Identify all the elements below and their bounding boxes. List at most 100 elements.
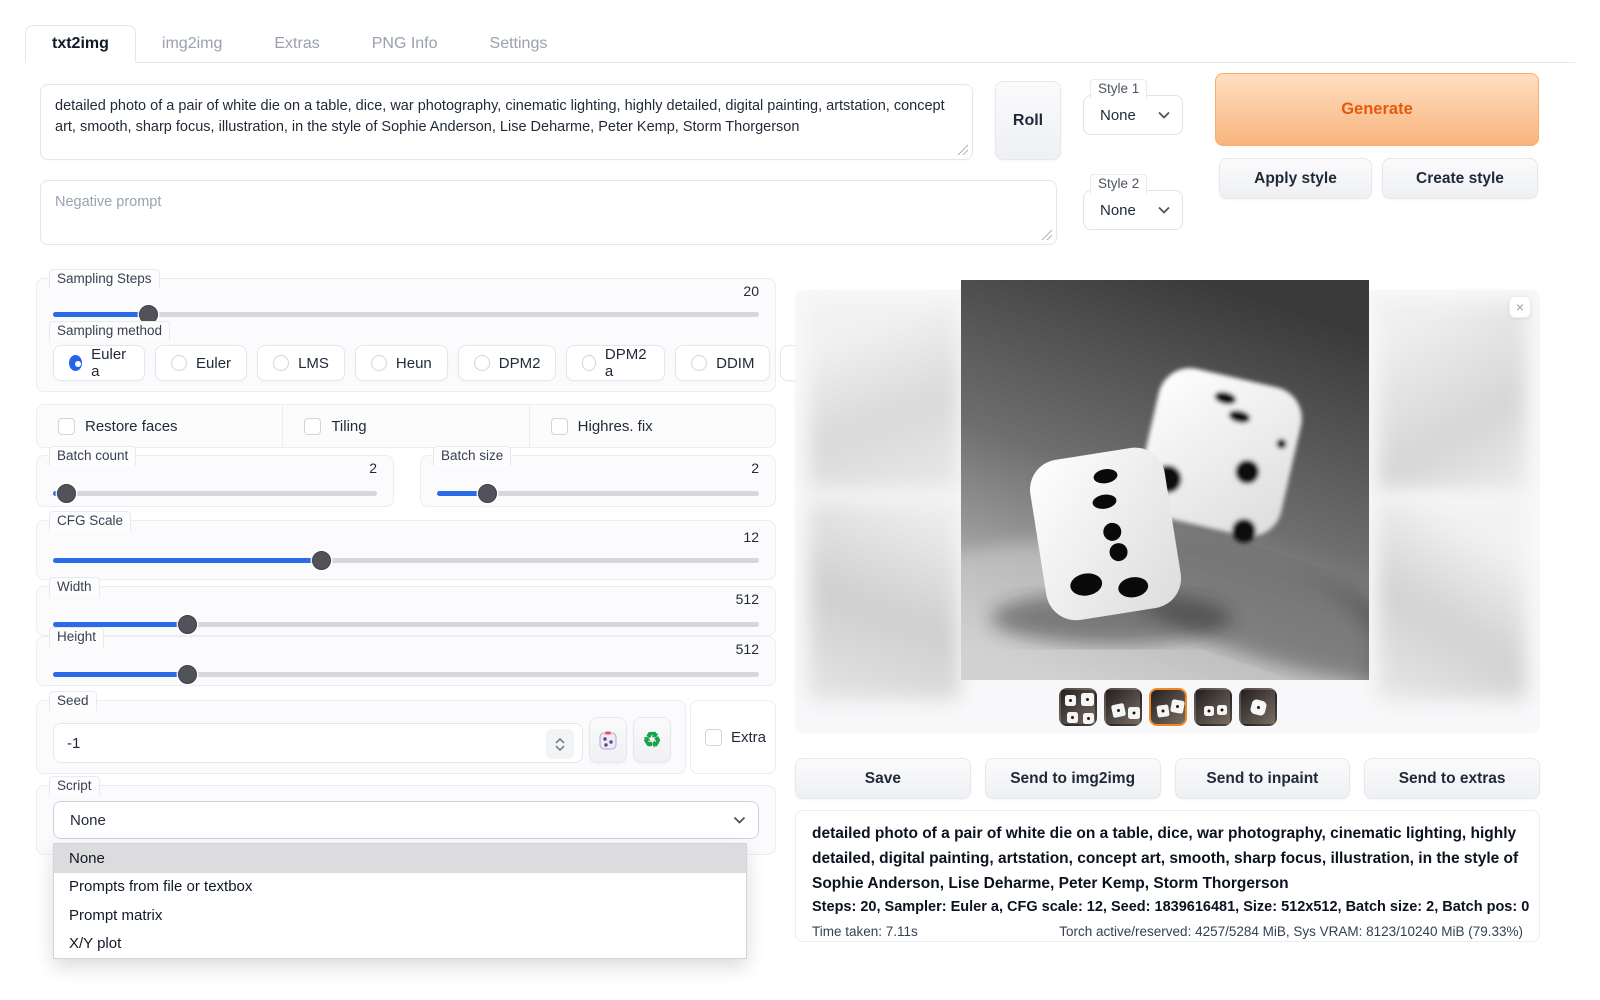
width-value: 512: [736, 591, 759, 607]
thumbnail-2[interactable]: [1104, 688, 1142, 726]
radio-dot-icon: [691, 355, 707, 371]
tab-settings[interactable]: Settings: [464, 26, 574, 62]
height-value: 512: [736, 641, 759, 657]
send-to-extras-button[interactable]: Send to extras: [1364, 758, 1540, 799]
batch-size-panel: Batch size 2: [420, 455, 776, 507]
restore-faces-toggle[interactable]: Restore faces: [37, 405, 282, 447]
script-option-prompts-from-file[interactable]: Prompts from file or textbox: [54, 873, 746, 902]
create-style-button[interactable]: Create style: [1382, 158, 1538, 199]
thumbnail-5[interactable]: [1239, 688, 1277, 726]
generation-info-panel: detailed photo of a pair of white die on…: [795, 810, 1540, 942]
prompt-input[interactable]: detailed photo of a pair of white die on…: [40, 84, 973, 160]
resize-handle-icon[interactable]: [956, 143, 968, 155]
apply-style-button[interactable]: Apply style: [1219, 158, 1372, 199]
prompt-text: detailed photo of a pair of white die on…: [55, 98, 945, 135]
gallery-blur-right-top: [1378, 300, 1526, 490]
highres-fix-toggle[interactable]: Highres. fix: [529, 405, 775, 447]
checkbox-icon[interactable]: [58, 418, 75, 435]
seed-stepper[interactable]: [546, 729, 574, 759]
radio-dot-icon: [171, 355, 187, 371]
thumbnail-4[interactable]: [1194, 688, 1232, 726]
resize-handle-icon[interactable]: [1040, 228, 1052, 240]
batch-count-panel: Batch count 2: [36, 455, 394, 507]
info-prompt-text: detailed photo of a pair of white die on…: [812, 821, 1523, 896]
radio-euler-a[interactable]: Euler a: [53, 345, 145, 381]
tab-bar: txt2img img2img Extras PNG Info Settings: [25, 26, 1575, 63]
highres-fix-label: Highres. fix: [578, 418, 653, 435]
checkbox-icon[interactable]: [705, 729, 722, 746]
radio-label: Heun: [396, 355, 432, 372]
send-to-inpaint-button[interactable]: Send to inpaint: [1175, 758, 1351, 799]
generate-button[interactable]: Generate: [1215, 73, 1539, 146]
extra-panel: Extra: [690, 700, 776, 774]
cfg-scale-slider[interactable]: [53, 551, 759, 569]
style1-select[interactable]: None: [1083, 95, 1183, 135]
script-option-none[interactable]: None: [54, 844, 746, 873]
reuse-seed-button[interactable]: ♻: [633, 717, 671, 763]
sampling-method-group: Euler a Euler LMS Heun DPM2 DPM2 a DDIM …: [53, 345, 759, 381]
gallery-blur-left-top: [809, 300, 959, 490]
width-label: Width: [49, 577, 100, 597]
thumbnail-3-selected[interactable]: [1149, 688, 1187, 726]
tab-txt2img[interactable]: txt2img: [25, 25, 136, 63]
negative-prompt-input[interactable]: Negative prompt: [40, 180, 1057, 245]
chevron-down-icon: [1158, 206, 1170, 214]
batch-size-slider[interactable]: [437, 484, 759, 502]
tab-extras[interactable]: Extras: [248, 26, 345, 62]
radio-label: LMS: [298, 355, 329, 372]
chevron-up-icon: [555, 738, 565, 744]
radio-euler[interactable]: Euler: [155, 345, 247, 381]
script-option-xy-plot[interactable]: X/Y plot: [54, 930, 746, 959]
height-label: Height: [49, 627, 104, 647]
cfg-scale-value: 12: [743, 529, 759, 545]
batch-size-label: Batch size: [433, 446, 511, 466]
radio-heun[interactable]: Heun: [355, 345, 448, 381]
radio-dpm2[interactable]: DPM2: [458, 345, 557, 381]
seed-value: -1: [67, 735, 80, 752]
radio-lms[interactable]: LMS: [257, 345, 345, 381]
batch-size-value: 2: [751, 460, 759, 476]
chevron-down-icon: [555, 745, 565, 751]
height-slider[interactable]: [53, 665, 759, 683]
chevron-down-icon: [1158, 111, 1170, 119]
output-actions: Save Send to img2img Send to inpaint Sen…: [795, 758, 1540, 799]
send-to-img2img-button[interactable]: Send to img2img: [985, 758, 1161, 799]
checkbox-icon[interactable]: [551, 418, 568, 435]
random-seed-button[interactable]: [589, 717, 627, 763]
style1-value: None: [1100, 107, 1136, 124]
script-select[interactable]: None: [53, 801, 759, 839]
tab-img2img[interactable]: img2img: [136, 26, 248, 62]
stable-diffusion-webui: txt2img img2img Extras PNG Info Settings…: [0, 0, 1600, 1000]
save-button[interactable]: Save: [795, 758, 971, 799]
extra-toggle[interactable]: Extra: [705, 729, 766, 746]
close-icon[interactable]: ×: [1509, 296, 1531, 318]
checkbox-icon[interactable]: [304, 418, 321, 435]
seed-panel: Seed -1 ♻: [36, 700, 686, 774]
gallery-blur-right-bottom: [1378, 500, 1526, 700]
tiling-toggle[interactable]: Tiling: [282, 405, 528, 447]
sampling-panel: Sampling Steps 20 Sampling method Euler …: [36, 278, 776, 392]
time-taken: Time taken: 7.11s: [812, 924, 918, 939]
radio-label: DPM2: [499, 355, 541, 372]
negative-prompt-placeholder: Negative prompt: [55, 194, 161, 210]
radio-dpm2-a[interactable]: DPM2 a: [566, 345, 665, 381]
radio-ddim[interactable]: DDIM: [675, 345, 770, 381]
roll-button[interactable]: Roll: [995, 81, 1061, 160]
seed-label: Seed: [49, 691, 97, 711]
radio-label: Euler a: [91, 346, 129, 380]
seed-input[interactable]: -1: [53, 723, 583, 763]
sampling-method-label: Sampling method: [49, 321, 170, 341]
width-slider[interactable]: [53, 615, 759, 633]
generated-image[interactable]: [961, 280, 1369, 680]
radio-label: DPM2 a: [605, 346, 649, 380]
style2-select[interactable]: None: [1083, 190, 1183, 230]
script-option-prompt-matrix[interactable]: Prompt matrix: [54, 901, 746, 930]
radio-dot-icon: [582, 355, 595, 371]
thumbnail-1[interactable]: [1059, 688, 1097, 726]
toggles-panel: Restore faces Tiling Highres. fix: [36, 404, 776, 448]
script-dropdown-menu: None Prompts from file or textbox Prompt…: [53, 843, 747, 959]
style2-value: None: [1100, 202, 1136, 219]
tab-png-info[interactable]: PNG Info: [346, 26, 464, 62]
batch-count-slider[interactable]: [53, 484, 377, 502]
extra-label: Extra: [731, 729, 766, 746]
